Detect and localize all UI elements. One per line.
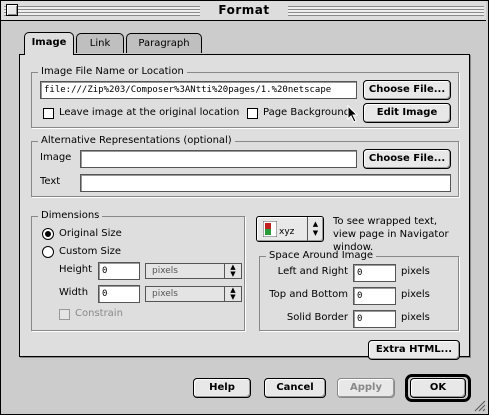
tab-link[interactable]: Link — [76, 33, 124, 53]
height-field[interactable]: 0 — [98, 262, 140, 280]
page-background-label: Page Background — [263, 107, 351, 118]
left-right-label: Left and Right — [277, 266, 348, 277]
left-right-unit: pixels — [401, 266, 430, 277]
width-label: Width — [59, 287, 89, 298]
width-field[interactable]: 0 — [98, 285, 140, 303]
original-size-label: Original Size — [59, 228, 122, 239]
image-align-icon — [263, 221, 277, 237]
alt-image-label: Image — [40, 152, 72, 163]
solid-border-field[interactable]: 0 — [353, 310, 396, 328]
space-around-legend: Space Around Image — [266, 250, 377, 262]
top-bottom-field[interactable]: 0 — [353, 287, 396, 305]
height-unit-popup[interactable]: pixels ▲ ▼ — [145, 263, 242, 279]
wrap-popup-text: xyz — [279, 227, 295, 237]
updown-arrows-icon: ▲ ▼ — [224, 287, 241, 301]
height-label: Height — [59, 264, 93, 275]
mouse-pointer-icon — [347, 105, 359, 123]
cancel-button[interactable]: Cancel — [264, 378, 326, 398]
custom-size-label: Custom Size — [59, 246, 122, 257]
height-unit-value: pixels — [152, 266, 178, 276]
alt-text-field[interactable] — [80, 174, 451, 192]
top-bottom-unit: pixels — [401, 289, 430, 300]
width-unit-value: pixels — [152, 289, 178, 299]
leave-original-checkbox[interactable] — [43, 108, 54, 119]
updown-arrows-icon: ▲ ▼ — [307, 217, 323, 241]
close-box-icon[interactable] — [6, 4, 18, 16]
tab-image[interactable]: Image — [24, 32, 74, 55]
left-right-field[interactable]: 0 — [353, 264, 396, 282]
top-bottom-label: Top and Bottom — [269, 289, 348, 300]
resize-grip-icon[interactable] — [473, 399, 486, 412]
updown-arrows-icon: ▲ ▼ — [224, 264, 241, 278]
width-unit-popup[interactable]: pixels ▲ ▼ — [145, 286, 242, 302]
solid-border-unit: pixels — [401, 312, 430, 323]
image-location-field[interactable]: file:///Zip%203/Composer%3ANtti%20pages/… — [40, 81, 357, 99]
ok-button[interactable]: OK — [410, 378, 466, 398]
alt-image-field[interactable] — [80, 150, 357, 168]
dimensions-legend: Dimensions — [38, 210, 103, 222]
window-title: Format — [200, 2, 288, 18]
original-size-radio[interactable] — [42, 228, 54, 240]
edit-image-button[interactable]: Edit Image — [363, 103, 451, 123]
choose-file-button[interactable]: Choose File... — [363, 80, 451, 100]
leave-original-label: Leave image at the original location — [59, 107, 240, 118]
apply-button[interactable]: Apply — [337, 378, 395, 398]
alt-repr-legend: Alternative Representations (optional) — [38, 135, 235, 147]
image-file-legend: Image File Name or Location — [38, 66, 187, 78]
wrap-hint-text: To see wrapped text, view page in Naviga… — [333, 216, 449, 253]
solid-border-label: Solid Border — [286, 312, 348, 323]
alt-choose-file-button[interactable]: Choose File... — [363, 149, 451, 169]
text-wrap-popup[interactable]: xyz ▲ ▼ — [256, 216, 324, 242]
constrain-checkbox[interactable] — [59, 309, 70, 320]
page-background-checkbox[interactable] — [247, 108, 258, 119]
custom-size-radio[interactable] — [42, 246, 54, 258]
tab-paragraph[interactable]: Paragraph — [126, 33, 202, 53]
alt-text-label: Text — [40, 176, 61, 187]
constrain-label: Constrain — [75, 308, 123, 319]
extra-html-button[interactable]: Extra HTML... — [368, 340, 460, 360]
help-button[interactable]: Help — [193, 378, 251, 398]
